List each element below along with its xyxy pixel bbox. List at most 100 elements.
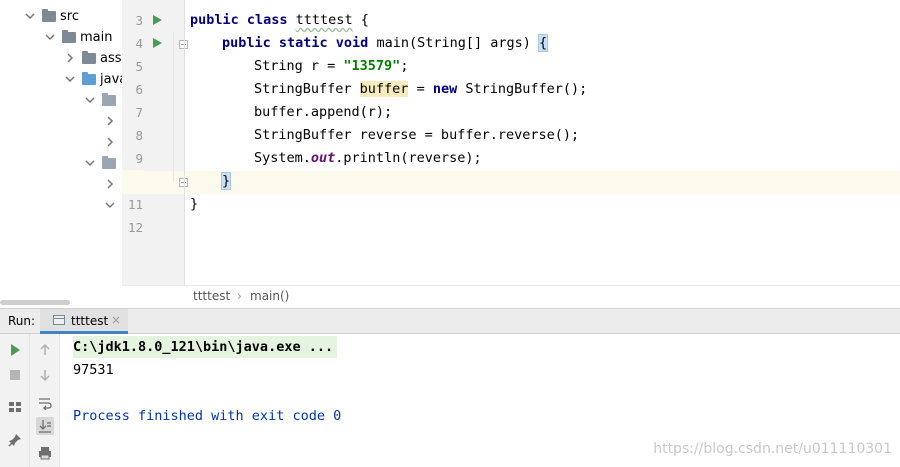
- run-panel-label: Run:: [8, 314, 36, 328]
- line-number: 5: [135, 59, 143, 74]
- indent-guide: [173, 32, 174, 182]
- run-tab[interactable]: ttttest ×: [40, 309, 128, 334]
- code-text: }: [190, 196, 199, 212]
- code-keyword: new: [432, 81, 466, 97]
- line-number: 11: [127, 197, 143, 212]
- console-exit-message: Process finished with exit code 0: [73, 408, 342, 424]
- up-arrow-icon[interactable]: [36, 341, 54, 359]
- rerun-button[interactable]: [6, 341, 24, 359]
- folder-icon: [82, 50, 96, 64]
- code-line-5[interactable]: String r = "13579";: [254, 55, 408, 78]
- static-field: out: [310, 150, 336, 166]
- tree-item-label: main: [80, 29, 113, 45]
- chevron-down-icon[interactable]: [44, 31, 56, 43]
- tree-item-package[interactable]: [104, 111, 116, 131]
- console-output-line: 97531: [73, 362, 114, 378]
- class-name: ttttest: [295, 12, 353, 28]
- code-text: {: [352, 12, 369, 28]
- run-class-gutter-icon[interactable]: [153, 15, 162, 25]
- run-toolbar-secondary: [30, 334, 60, 467]
- code-line-11[interactable]: }: [190, 193, 198, 216]
- breadcrumb-method[interactable]: main(): [250, 289, 289, 303]
- chevron-down-icon[interactable]: [84, 157, 96, 169]
- stop-button[interactable]: [6, 366, 24, 384]
- run-tab-label: ttttest: [71, 314, 109, 328]
- tree-item-package[interactable]: [104, 195, 116, 215]
- code-line-8[interactable]: StringBuffer reverse = buffer.reverse();: [254, 124, 579, 147]
- tree-horizontal-scrollbar[interactable]: [0, 300, 70, 305]
- run-panel-header: Run: ttttest ×: [0, 308, 900, 334]
- folder-icon: [62, 29, 76, 43]
- tree-item-package[interactable]: [104, 174, 116, 194]
- code-text: buffer.append(r);: [254, 104, 393, 120]
- code-text: ;: [400, 58, 409, 74]
- package-icon: [102, 155, 116, 169]
- source-folder-icon: [82, 71, 96, 85]
- code-text: System.: [254, 150, 311, 166]
- tree-item-src[interactable]: src: [24, 6, 79, 26]
- tree-item-java[interactable]: java: [64, 69, 122, 89]
- package-icon: [102, 92, 116, 106]
- run-toolbar-primary: [0, 334, 30, 467]
- line-number: 3: [135, 13, 143, 28]
- line-number: 8: [135, 128, 143, 143]
- project-tree: src main ass java: [0, 0, 123, 307]
- tree-item-assets[interactable]: ass: [64, 48, 122, 68]
- close-icon[interactable]: ×: [111, 313, 121, 327]
- code-text: StringBuffer: [254, 81, 360, 97]
- scroll-to-end-icon[interactable]: [36, 417, 54, 435]
- tree-item-package[interactable]: [84, 90, 120, 110]
- tree-item-main[interactable]: main: [44, 27, 112, 47]
- chevron-down-icon[interactable]: [104, 199, 116, 211]
- line-number: 12: [127, 220, 143, 235]
- console-command-line: C:\jdk1.8.0_121\bin\java.exe ...: [73, 336, 338, 358]
- pin-icon[interactable]: [6, 431, 24, 449]
- code-line-6[interactable]: StringBuffer buffer = new StringBuffer()…: [254, 78, 587, 101]
- gutter-separator: [184, 0, 185, 285]
- chevron-right-icon[interactable]: [104, 136, 116, 148]
- matched-brace: {: [537, 34, 549, 52]
- code-text: main(String[] args): [376, 35, 539, 51]
- line-number: 9: [135, 151, 143, 166]
- watermark: https://blog.csdn.net/u011110301: [653, 441, 892, 457]
- string-literal: "13579": [343, 58, 401, 74]
- breadcrumb: ttttest › main(): [122, 285, 900, 308]
- chevron-right-icon[interactable]: [104, 178, 116, 190]
- folder-icon: [42, 8, 56, 22]
- layout-icon[interactable]: [6, 398, 24, 416]
- print-icon[interactable]: [36, 444, 54, 462]
- tree-item-label: src: [60, 8, 79, 24]
- matched-brace: }: [220, 172, 232, 190]
- line-number: 6: [135, 82, 143, 97]
- code-line-7[interactable]: buffer.append(r);: [254, 101, 392, 124]
- editor-gutter: 3 4 5 6 7 8 9 10 11 12: [122, 0, 188, 307]
- code-line-3[interactable]: public class ttttest {: [190, 9, 369, 32]
- code-text: .println(reverse);: [335, 150, 482, 166]
- line-number: 4: [135, 36, 143, 51]
- run-method-gutter-icon[interactable]: [153, 38, 162, 48]
- chevron-right-icon[interactable]: [64, 52, 76, 64]
- code-text: StringBuffer();: [465, 81, 588, 97]
- code-text: StringBuffer reverse = buffer.reverse();: [254, 127, 580, 143]
- code-line-9[interactable]: System.out.println(reverse);: [254, 147, 482, 170]
- breadcrumb-separator: ›: [237, 289, 242, 303]
- chevron-down-icon[interactable]: [84, 94, 96, 106]
- highlighted-variable: buffer: [359, 81, 409, 97]
- chevron-down-icon[interactable]: [24, 10, 36, 22]
- chevron-right-icon[interactable]: [104, 115, 116, 127]
- code-text: String r =: [254, 58, 344, 74]
- soft-wrap-icon[interactable]: [36, 394, 54, 412]
- line-number: 7: [135, 105, 143, 120]
- code-keyword: public static void: [222, 35, 377, 51]
- tree-item-package[interactable]: [84, 153, 120, 173]
- chevron-down-icon[interactable]: [64, 73, 76, 85]
- code-text: =: [408, 81, 433, 97]
- current-line-highlight: [122, 171, 900, 194]
- breadcrumb-class[interactable]: ttttest: [193, 289, 230, 303]
- console-tab-icon: [53, 315, 65, 325]
- tree-item-package[interactable]: [104, 132, 116, 152]
- code-line-4[interactable]: public static void main(String[] args) {: [222, 32, 549, 55]
- down-arrow-icon[interactable]: [36, 366, 54, 384]
- tree-item-label: ass: [100, 50, 122, 66]
- code-line-10[interactable]: }: [220, 170, 232, 193]
